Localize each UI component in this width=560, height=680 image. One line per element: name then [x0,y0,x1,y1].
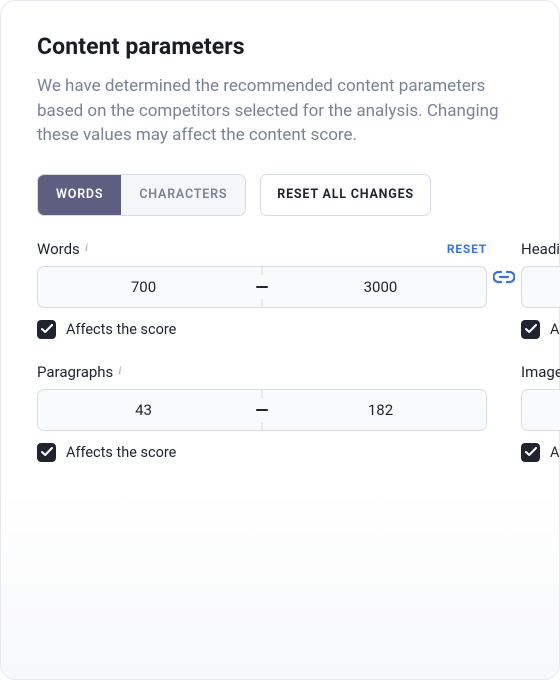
field-label-headings: Headings i [521,240,560,258]
parameters-grid: Words i RESET Affects the score [37,240,523,462]
field-images: Images i Affects the score [521,363,560,462]
check-icon [525,324,537,334]
range-separator [249,267,275,307]
affects-checkbox-headings[interactable] [521,320,540,339]
controls-row: WORDS CHARACTERS RESET ALL CHANGES [37,174,523,216]
paragraphs-max-input[interactable] [275,390,486,430]
affects-row-headings: Affects the score [521,320,560,339]
field-words: Words i RESET Affects the score [37,240,487,339]
affects-label: Affects the score [66,444,176,461]
page-title: Content parameters [37,33,523,60]
affects-row-images: Affects the score [521,443,560,462]
affects-label: Affects the score [66,321,176,338]
range-words [37,266,487,308]
unit-toggle: WORDS CHARACTERS [37,174,246,216]
affects-label: Affects the score [550,444,560,461]
affects-checkbox-paragraphs[interactable] [37,443,56,462]
images-min-input[interactable] [522,390,560,430]
field-headings: Headings i Affects the score [521,240,560,339]
affects-checkbox-words[interactable] [37,320,56,339]
field-label-images: Images i [521,363,560,381]
tab-characters[interactable]: CHARACTERS [121,175,245,215]
check-icon [525,447,537,457]
field-label-paragraphs: Paragraphs i [37,363,122,381]
words-max-input[interactable] [275,267,486,307]
field-label-words: Words i [37,240,88,258]
affects-checkbox-images[interactable] [521,443,540,462]
check-icon [41,447,53,457]
range-images [521,389,560,431]
info-icon[interactable]: i [85,240,88,255]
range-separator [249,390,275,430]
reset-words-link[interactable]: RESET [447,242,487,256]
words-min-input[interactable] [38,267,249,307]
tab-words[interactable]: WORDS [38,175,121,215]
affects-row-paragraphs: Affects the score [37,443,487,462]
description: We have determined the recommended conte… [37,74,523,148]
reset-all-button[interactable]: RESET ALL CHANGES [260,174,431,216]
field-paragraphs: Paragraphs i Affects the score [37,363,487,462]
range-headings [521,266,560,308]
info-icon[interactable]: i [118,363,121,378]
headings-min-input[interactable] [522,267,560,307]
link-column [487,240,521,284]
affects-row-words: Affects the score [37,320,487,339]
check-icon [41,324,53,334]
content-parameters-card: Content parameters We have determined th… [0,0,560,680]
paragraphs-min-input[interactable] [38,390,249,430]
link-icon[interactable] [493,270,515,284]
affects-label: Affects the score [550,321,560,338]
range-paragraphs [37,389,487,431]
